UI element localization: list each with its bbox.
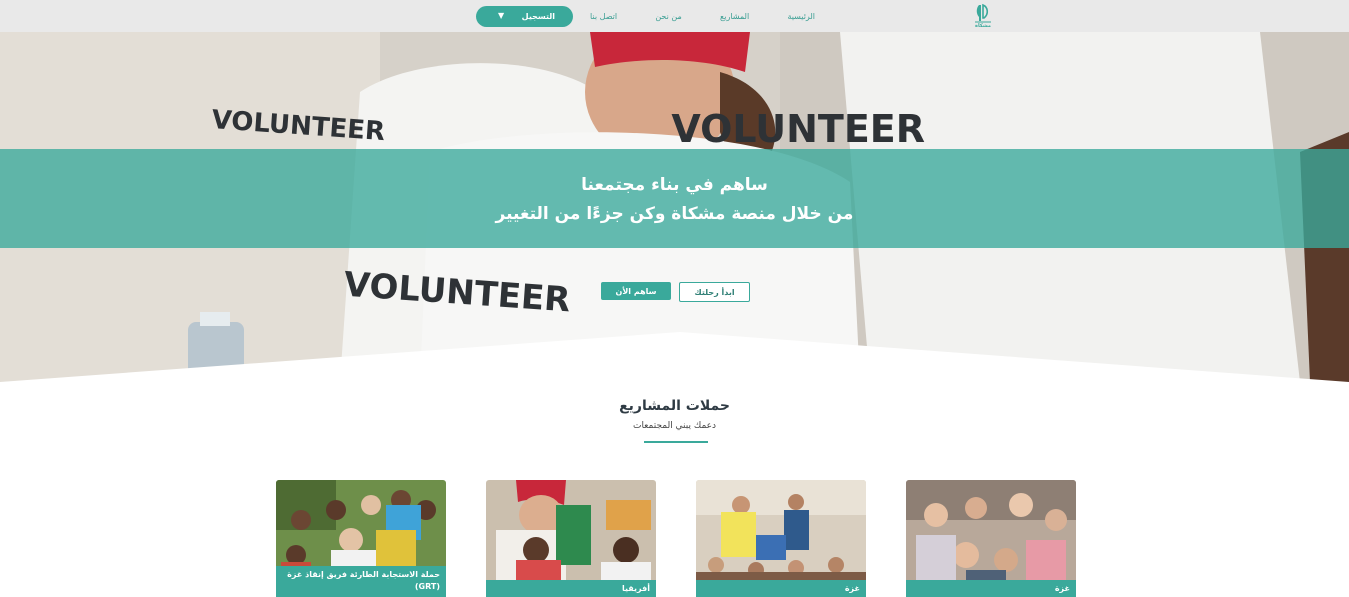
card-label: حملة الاستجابة الطارئة فريق إنقاذ غزة (G… — [276, 566, 446, 597]
nav-link-projects[interactable]: المشاريع — [720, 12, 749, 21]
section-title: حملات المشاريع — [619, 398, 730, 414]
logo-text: مشكاة — [975, 23, 991, 29]
nav-link-about[interactable]: من نحن — [655, 12, 681, 21]
dropdown-triangle-icon: ▼ — [498, 11, 505, 20]
nav-links: الرئيسية المشاريع من نحن اتصل بنا — [590, 0, 815, 32]
card-label: أفريقيا — [486, 580, 656, 597]
project-card-africa[interactable]: أفريقيا — [486, 480, 656, 597]
register-button[interactable]: التسجيل ▼ — [476, 6, 573, 27]
mishkat-logo[interactable]: مشكاة — [968, 2, 998, 30]
project-card-gaza-1[interactable]: غزة — [906, 480, 1076, 597]
nav-link-contact[interactable]: اتصل بنا — [590, 12, 617, 21]
card-label: غزة — [696, 580, 866, 597]
hero-bottom-shape — [0, 332, 1349, 382]
section-subtitle: دعمك يبني المجتمعات — [632, 421, 717, 431]
top-navbar: مشكاة الرئيسية المشاريع من نحن اتصل بنا … — [0, 0, 1349, 32]
project-card-grt[interactable]: حملة الاستجابة الطارئة فريق إنقاذ غزة (G… — [276, 480, 446, 597]
nav-link-home[interactable]: الرئيسية — [787, 12, 815, 21]
project-card-gaza-2[interactable]: غزة — [696, 480, 866, 597]
section-divider — [644, 441, 708, 443]
hero-section: VOLUNTEER VOLUNTEER VOLUNTEER ساهم في بن… — [0, 32, 1349, 382]
card-label: غزة — [906, 580, 1076, 597]
register-label: التسجيل — [521, 12, 555, 21]
